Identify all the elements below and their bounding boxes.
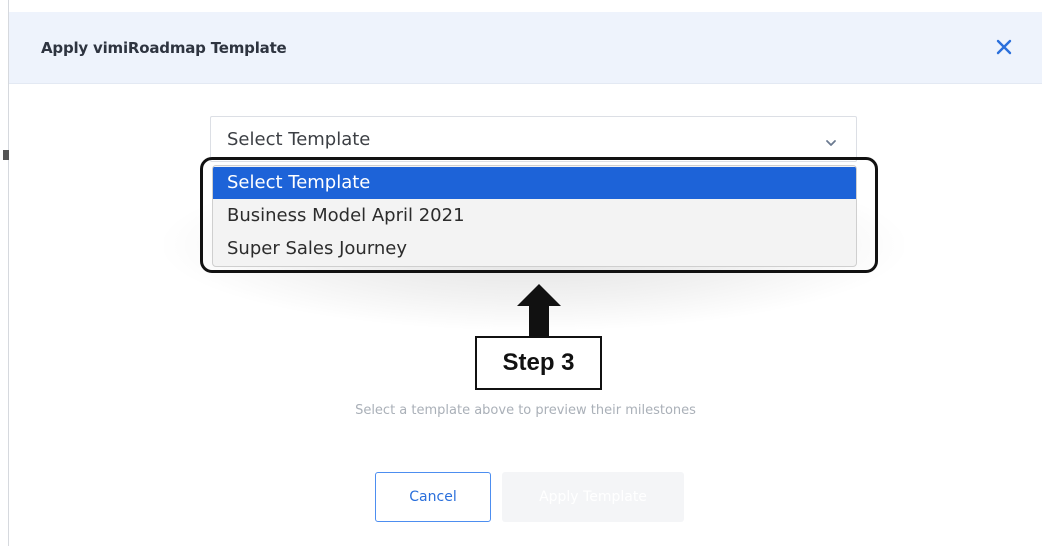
annotation-highlight-outline: [200, 157, 878, 273]
step-label-box: Step 3: [475, 336, 602, 390]
chevron-down-icon: [824, 135, 838, 146]
apply-template-button[interactable]: Apply Template: [502, 472, 684, 522]
left-edge: [0, 0, 9, 546]
template-select-value: Select Template: [227, 129, 371, 150]
close-icon[interactable]: [992, 35, 1016, 59]
template-select[interactable]: Select Template: [210, 116, 857, 162]
modal-header: Apply vimiRoadmap Template: [9, 12, 1042, 84]
preview-hint-text: Select a template above to preview their…: [355, 403, 696, 418]
template-modal: Apply vimiRoadmap Template Select Templa…: [9, 0, 1042, 546]
cancel-button[interactable]: Cancel: [375, 472, 491, 522]
arrow-up-icon: [514, 282, 564, 342]
step-label: Step 3: [502, 349, 575, 376]
modal-title: Apply vimiRoadmap Template: [41, 39, 287, 57]
